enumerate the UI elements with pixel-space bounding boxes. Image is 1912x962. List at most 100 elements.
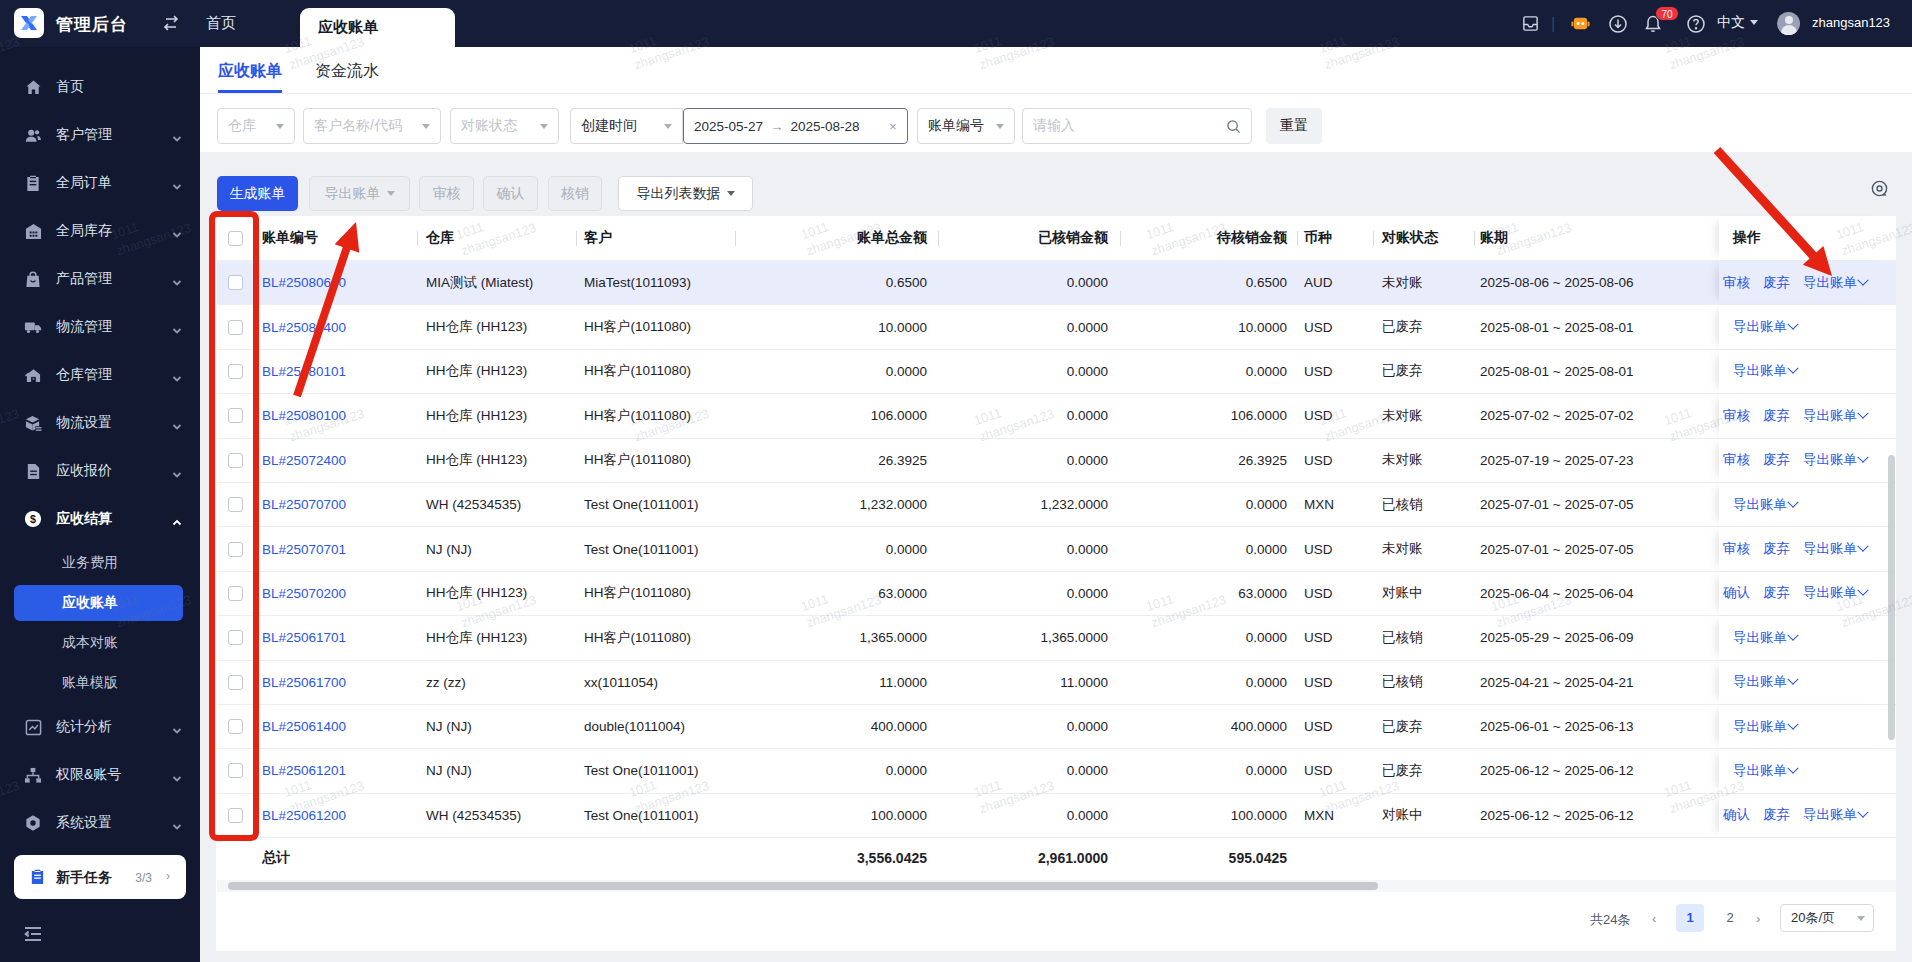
sidebar-item-customers[interactable]: 客户管理 <box>0 111 200 159</box>
row-checkbox[interactable] <box>228 586 243 601</box>
row-action-export[interactable]: 导出账单 <box>1733 362 1797 380</box>
sidebar-item-statistics[interactable]: 统计分析 <box>0 703 200 751</box>
nav-tab-receivable-bills[interactable]: 应收账单 <box>300 8 455 47</box>
row-action-discard[interactable]: 废弃 <box>1763 584 1790 602</box>
row-action-audit[interactable]: 审核 <box>1723 540 1750 558</box>
help-icon[interactable] <box>1686 0 1706 47</box>
warehouse-filter[interactable]: 仓库 <box>217 108 295 144</box>
row-action-export[interactable]: 导出账单 <box>1803 584 1867 602</box>
create-time-filter[interactable]: 创建时间 <box>570 108 683 144</box>
row-checkbox[interactable] <box>228 763 243 778</box>
robot-icon[interactable] <box>1570 0 1591 47</box>
sidebar-subitem-cost-recon[interactable]: 成本对账 <box>0 623 200 663</box>
bill-no-link[interactable]: BL#25070200 <box>262 586 346 601</box>
clear-date-icon[interactable]: × <box>889 119 897 134</box>
row-action-export[interactable]: 导出账单 <box>1803 407 1867 425</box>
sidebar-item-inventory[interactable]: 全局库存 <box>0 207 200 255</box>
bill-no-link[interactable]: BL#25080101 <box>262 364 346 379</box>
row-action-export[interactable]: 导出账单 <box>1733 673 1797 691</box>
sidebar-item-warehouse-mgmt[interactable]: 仓库管理 <box>0 351 200 399</box>
row-checkbox[interactable] <box>228 320 243 335</box>
row-checkbox[interactable] <box>228 497 243 512</box>
sidebar-item-receivable-settlement[interactable]: $应收结算 <box>0 495 200 543</box>
customer-filter[interactable]: 客户名称/代码 <box>303 108 441 144</box>
bill-no-link[interactable]: BL#25061201 <box>262 763 346 778</box>
row-checkbox[interactable] <box>228 364 243 379</box>
sidebar-item-permissions[interactable]: 权限&账号 <box>0 751 200 799</box>
sidebar-item-products[interactable]: 产品管理 <box>0 255 200 303</box>
sidebar-item-receivable-quote[interactable]: 应收报价 <box>0 447 200 495</box>
row-action-export[interactable]: 导出账单 <box>1803 806 1867 824</box>
pagination-prev[interactable]: ‹ <box>1652 911 1656 926</box>
sidebar-item-logistics[interactable]: 物流管理 <box>0 303 200 351</box>
generate-bill-button[interactable]: 生成账单 <box>217 176 298 211</box>
horizontal-scrollbar[interactable] <box>217 880 1896 892</box>
bill-no-link[interactable]: BL#25072400 <box>262 453 346 468</box>
table-settings-icon[interactable] <box>1870 179 1889 198</box>
row-checkbox[interactable] <box>228 453 243 468</box>
switch-icon[interactable] <box>162 15 180 35</box>
row-checkbox[interactable] <box>228 808 243 823</box>
row-checkbox[interactable] <box>228 275 243 290</box>
confirm-button[interactable]: 确认 <box>483 176 538 211</box>
row-action-discard[interactable]: 废弃 <box>1763 274 1790 292</box>
audit-button[interactable]: 审核 <box>419 176 474 211</box>
bill-no-filter[interactable]: 账单编号 <box>917 108 1015 144</box>
sidebar-subitem-business-fee[interactable]: 业务费用 <box>0 543 200 583</box>
search-input[interactable]: 请输入 <box>1022 108 1252 144</box>
row-action-discard[interactable]: 废弃 <box>1763 451 1790 469</box>
tab-receivable-bills[interactable]: 应收账单 <box>218 61 282 82</box>
download-icon[interactable] <box>1608 0 1628 47</box>
row-action-discard[interactable]: 废弃 <box>1763 407 1790 425</box>
vertical-scrollbar[interactable] <box>1888 455 1895 740</box>
pagination-page-2[interactable]: 2 <box>1716 904 1744 932</box>
recon-status-filter[interactable]: 对账状态 <box>450 108 559 144</box>
row-action-export[interactable]: 导出账单 <box>1803 451 1867 469</box>
pagination-next[interactable]: › <box>1756 911 1760 926</box>
row-action-export[interactable]: 导出账单 <box>1733 762 1797 780</box>
pagination-page-1[interactable]: 1 <box>1676 904 1704 932</box>
bill-no-link[interactable]: BL#25061700 <box>262 675 346 690</box>
bill-no-link[interactable]: BL#25080100 <box>262 408 346 423</box>
bill-no-link[interactable]: BL#25061400 <box>262 719 346 734</box>
row-action-audit[interactable]: 审核 <box>1723 274 1750 292</box>
row-action-export[interactable]: 导出账单 <box>1803 274 1867 292</box>
nav-tab-home[interactable]: 首页 <box>206 14 236 33</box>
page-size-selector[interactable]: 20条/页 <box>1780 904 1874 932</box>
row-action-export[interactable]: 导出账单 <box>1733 629 1797 647</box>
sidebar-subitem-bill-template[interactable]: 账单模版 <box>0 663 200 703</box>
bill-no-link[interactable]: BL#25080400 <box>262 320 346 335</box>
bill-no-link[interactable]: BL#25080600 <box>262 275 346 290</box>
sidebar-item-orders[interactable]: 全局订单 <box>0 159 200 207</box>
sidebar-item-home[interactable]: 首页 <box>0 63 200 111</box>
export-list-button[interactable]: 导出列表数据 <box>618 176 753 211</box>
row-checkbox[interactable] <box>228 630 243 645</box>
bill-no-link[interactable]: BL#25070701 <box>262 542 346 557</box>
bill-no-link[interactable]: BL#25061701 <box>262 630 346 645</box>
reset-button[interactable]: 重置 <box>1266 108 1322 144</box>
row-action-export[interactable]: 导出账单 <box>1733 318 1797 336</box>
collapse-sidebar-icon[interactable] <box>24 926 42 946</box>
row-checkbox[interactable] <box>228 719 243 734</box>
row-action-confirm[interactable]: 确认 <box>1723 584 1750 602</box>
username-label[interactable]: zhangsan123 <box>1812 15 1890 30</box>
inbox-icon[interactable] <box>1521 0 1540 47</box>
row-action-export[interactable]: 导出账单 <box>1733 718 1797 736</box>
write-off-button[interactable]: 核销 <box>548 176 602 211</box>
export-bill-button[interactable]: 导出账单 <box>309 176 410 211</box>
newbie-task-card[interactable]: 新手任务3/3› <box>14 855 186 899</box>
tab-fund-flow[interactable]: 资金流水 <box>315 61 379 82</box>
row-action-audit[interactable]: 审核 <box>1723 451 1750 469</box>
date-range-filter[interactable]: 2025-05-27 → 2025-08-28 × <box>683 108 908 144</box>
row-checkbox[interactable] <box>228 408 243 423</box>
row-action-export[interactable]: 导出账单 <box>1803 540 1867 558</box>
bill-no-link[interactable]: BL#25061200 <box>262 808 346 823</box>
sidebar-item-logistics-settings[interactable]: 物流设置 <box>0 399 200 447</box>
bill-no-link[interactable]: BL#25070700 <box>262 497 346 512</box>
sidebar-item-system-settings[interactable]: 系统设置 <box>0 799 200 847</box>
row-action-audit[interactable]: 审核 <box>1723 407 1750 425</box>
row-checkbox[interactable] <box>228 542 243 557</box>
sidebar-subitem-receivable-bills[interactable]: 应收账单 <box>0 583 200 623</box>
row-action-confirm[interactable]: 确认 <box>1723 806 1750 824</box>
avatar[interactable] <box>1777 12 1800 35</box>
